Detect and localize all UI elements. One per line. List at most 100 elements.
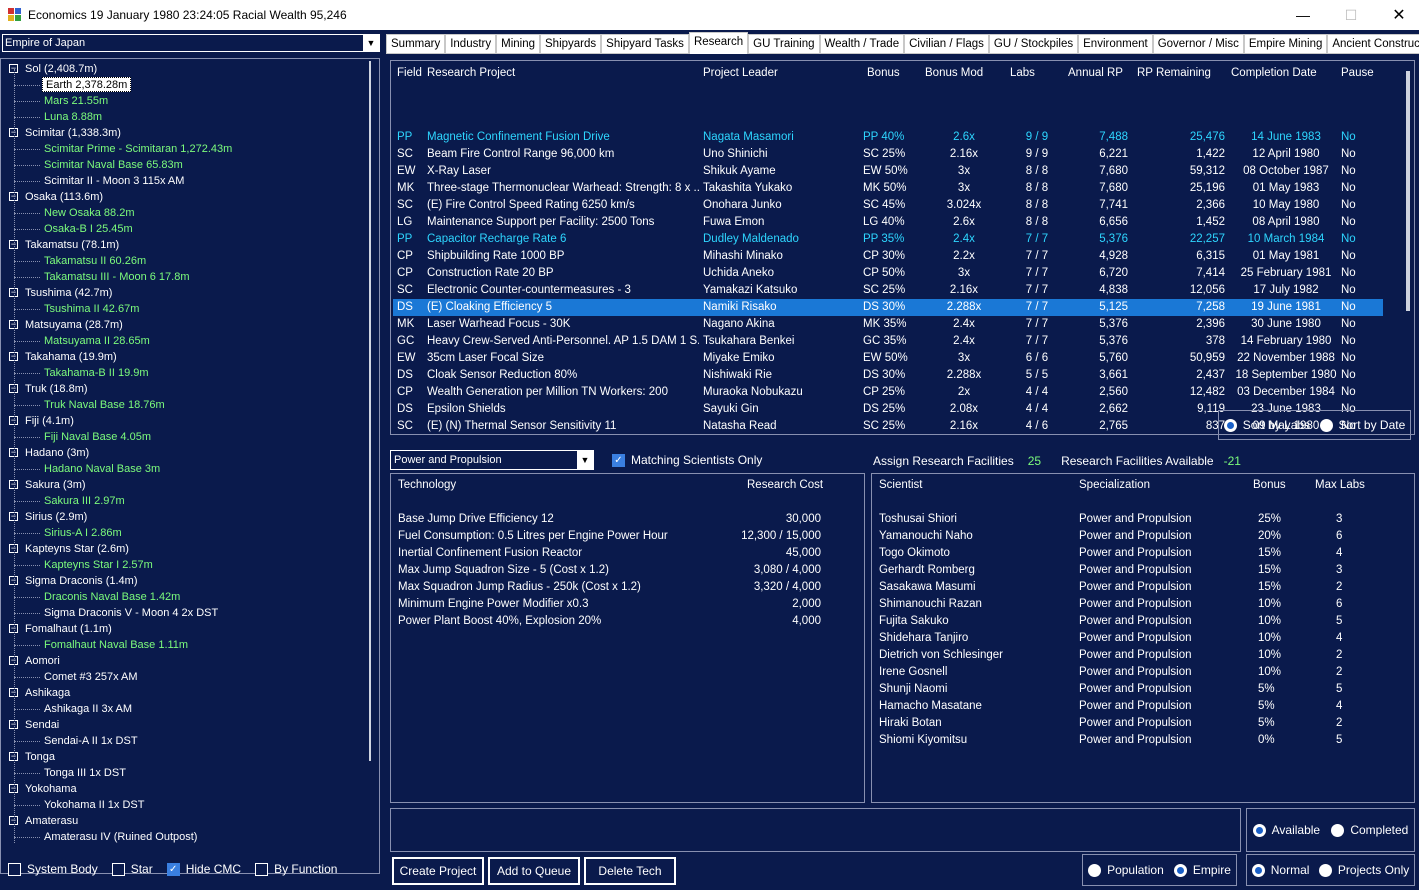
table-row[interactable]: GC Heavy Crew-Served Anti-Personnel. AP 1… bbox=[393, 333, 1383, 350]
table-row[interactable]: EW 35cm Laser Focal Size Miyake Emiko EW 50… bbox=[393, 350, 1383, 367]
minimize-button[interactable]: — bbox=[1280, 0, 1326, 30]
table-row[interactable]: CP Construction Rate 20 BP Uchida Aneko CP … bbox=[393, 265, 1383, 282]
column-header[interactable]: Field bbox=[397, 67, 422, 79]
tree-system-node[interactable]: Takamatsu (78.1m) bbox=[25, 237, 119, 253]
tree-body-node[interactable]: Sirius-A I 2.86m bbox=[44, 525, 122, 541]
scientist-row[interactable]: Togo Okimoto Power and Propulsion 15% 4 bbox=[872, 545, 1414, 562]
table-row[interactable]: SC Beam Fire Control Range 96,000 km Uno S… bbox=[393, 146, 1383, 163]
tech-row[interactable]: Max Jump Squadron Size - 5 (Cost x 1.2) 3… bbox=[391, 562, 864, 579]
column-header[interactable]: Bonus bbox=[1253, 477, 1286, 494]
tree-body-node[interactable]: Fomalhaut Naval Base 1.11m bbox=[44, 637, 188, 653]
population-radio[interactable]: Population bbox=[1088, 863, 1164, 877]
scientist-row[interactable]: Hiraki Botan Power and Propulsion 5% 2 bbox=[872, 715, 1414, 732]
create-project-button[interactable]: Create Project bbox=[392, 857, 484, 885]
assign-facilities-value[interactable]: 25 bbox=[1028, 454, 1041, 468]
tree-system-node[interactable]: Sol (2,408.7m) bbox=[25, 61, 97, 77]
tree-system-node[interactable]: Matsuyama (28.7m) bbox=[25, 317, 123, 333]
tab-ancient-constructs[interactable]: Ancient Constructs bbox=[1327, 34, 1419, 54]
tree-body-node[interactable]: Fiji Naval Base 4.05m bbox=[44, 429, 151, 445]
table-row[interactable]: SC (E) Fire Control Speed Rating 6250 km/… bbox=[393, 197, 1383, 214]
table-row[interactable]: SC Electronic Counter-countermeasures - 3… bbox=[393, 282, 1383, 299]
empire-radio[interactable]: Empire bbox=[1173, 863, 1231, 877]
tech-row[interactable]: Fuel Consumption: 0.5 Litres per Engine … bbox=[391, 528, 864, 545]
tree-body-node[interactable]: Draconis Naval Base 1.42m bbox=[44, 589, 180, 605]
tree-system-node[interactable]: Osaka (113.6m) bbox=[25, 189, 103, 205]
filter-checkbox[interactable]: System Body bbox=[8, 862, 98, 876]
tree-system-node[interactable]: Scimitar (1,338.3m) bbox=[25, 125, 121, 141]
tree-body-node[interactable]: Hadano Naval Base 3m bbox=[44, 461, 160, 477]
tree-body-node[interactable]: Sigma Draconis V - Moon 4 2x DST bbox=[44, 605, 218, 621]
tree-body-node[interactable]: Luna 8.88m bbox=[44, 109, 102, 125]
scientist-row[interactable]: Sasakawa Masumi Power and Propulsion 15% 2 bbox=[872, 579, 1414, 596]
tech-row[interactable]: Max Squadron Jump Radius - 250k (Cost x … bbox=[391, 579, 864, 596]
tree-body-node[interactable]: Matsuyama II 28.65m bbox=[44, 333, 150, 349]
tab-governor-misc[interactable]: Governor / Misc bbox=[1152, 34, 1244, 54]
tree-system-node[interactable]: Hadano (3m) bbox=[25, 445, 89, 461]
tree-system-node[interactable]: Takahama (19.9m) bbox=[25, 349, 117, 365]
completed-radio[interactable]: Completed bbox=[1331, 823, 1408, 837]
tech-row[interactable]: Power Plant Boost 40%, Explosion 20% 4,00… bbox=[391, 613, 864, 630]
tree-system-node[interactable]: Fiji (4.1m) bbox=[25, 413, 74, 429]
column-header[interactable]: Bonus Mod bbox=[925, 67, 983, 79]
tree-system-node[interactable]: Kapteyns Star (2.6m) bbox=[25, 541, 129, 557]
tab-summary[interactable]: Summary bbox=[386, 34, 446, 54]
tree-scrollbar[interactable] bbox=[369, 61, 377, 761]
tab-shipyard-tasks[interactable]: Shipyard Tasks bbox=[601, 34, 689, 54]
table-row[interactable]: PP Capacitor Recharge Rate 6 Dudley Malden… bbox=[393, 231, 1383, 248]
tree-body-node[interactable]: Kapteyns Star I 2.57m bbox=[44, 557, 153, 573]
tree-body-node[interactable]: Comet #3 257x AM bbox=[44, 669, 138, 685]
tree-system-node[interactable]: Sendai bbox=[25, 717, 59, 733]
column-header[interactable]: Project Leader bbox=[703, 67, 778, 79]
scientist-row[interactable]: Shimanouchi Razan Power and Propulsion 10%… bbox=[872, 596, 1414, 613]
tree-system-node[interactable]: Sigma Draconis (1.4m) bbox=[25, 573, 137, 589]
tab-research[interactable]: Research bbox=[688, 32, 749, 54]
projects-only-radio[interactable]: Projects Only bbox=[1318, 863, 1409, 877]
add-to-queue-button[interactable]: Add to Queue bbox=[488, 857, 580, 885]
tree-body-node[interactable]: Truk Naval Base 18.76m bbox=[44, 397, 165, 413]
column-header[interactable]: Completion Date bbox=[1231, 67, 1317, 79]
tree-body-node[interactable]: Mars 21.55m bbox=[44, 93, 108, 109]
tree-body-node[interactable]: Osaka-B I 25.45m bbox=[44, 221, 133, 237]
tree-body-node[interactable]: Takamatsu III - Moon 6 17.8m bbox=[44, 269, 190, 285]
scientist-row[interactable]: Irene Gosnell Power and Propulsion 10% 2 bbox=[872, 664, 1414, 681]
tree-body-node[interactable]: Scimitar Prime - Scimitaran 1,272.43m bbox=[44, 141, 232, 157]
tree-system-node[interactable]: Amaterasu bbox=[25, 813, 78, 829]
tab-environment[interactable]: Environment bbox=[1078, 34, 1153, 54]
maximize-button[interactable]: ☐ bbox=[1328, 0, 1374, 30]
table-row[interactable]: DS (E) Cloaking Efficiency 5 Namiki Risako… bbox=[393, 299, 1383, 316]
tree-system-node[interactable]: Tonga bbox=[25, 749, 55, 765]
tech-row[interactable]: Base Jump Drive Efficiency 12 30,000 bbox=[391, 511, 864, 528]
delete-tech-button[interactable]: Delete Tech bbox=[584, 857, 676, 885]
tree-system-node[interactable]: Aomori bbox=[25, 653, 60, 669]
scientist-row[interactable]: Toshusai Shiori Power and Propulsion 25% 3 bbox=[872, 511, 1414, 528]
scientist-row[interactable]: Shiomi Kiyomitsu Power and Propulsion 0% 5 bbox=[872, 732, 1414, 749]
filter-checkbox[interactable]: Star bbox=[111, 862, 153, 876]
normal-radio[interactable]: Normal bbox=[1251, 863, 1309, 877]
tree-body-node[interactable]: Takahama-B II 19.9m bbox=[44, 365, 149, 381]
tree-body-node[interactable]: Tsushima II 42.67m bbox=[44, 301, 139, 317]
available-radio[interactable]: Available bbox=[1252, 823, 1320, 837]
empire-select[interactable]: Empire of Japan ▼ bbox=[2, 34, 380, 52]
scientist-row[interactable]: Dietrich von Schlesinger Power and Propul… bbox=[872, 647, 1414, 664]
filter-checkbox[interactable]: ✓ Hide CMC bbox=[166, 862, 241, 876]
tab-gu-training[interactable]: GU Training bbox=[748, 34, 820, 54]
tree-body-node[interactable]: Takamatsu II 60.26m bbox=[44, 253, 146, 269]
table-row[interactable]: DS Cloak Sensor Reduction 80% Nishiwaki Ri… bbox=[393, 367, 1383, 384]
tree-system-node[interactable]: Truk (18.8m) bbox=[25, 381, 88, 397]
scientist-row[interactable]: Shidehara Tanjiro Power and Propulsion 10%… bbox=[872, 630, 1414, 647]
scientist-row[interactable]: Hamacho Masatane Power and Propulsion 5% 4 bbox=[872, 698, 1414, 715]
column-header[interactable]: Research Project bbox=[427, 67, 515, 79]
close-button[interactable]: ✕ bbox=[1376, 0, 1419, 30]
tab-mining[interactable]: Mining bbox=[496, 34, 541, 54]
table-row[interactable]: MK Three-stage Thermonuclear Warhead: Str… bbox=[393, 180, 1383, 197]
tree-body-node[interactable]: Earth 2,378.28m bbox=[42, 77, 132, 92]
tree-system-node[interactable]: Tsushima (42.7m) bbox=[25, 285, 112, 301]
column-header[interactable]: Labs bbox=[1010, 67, 1035, 79]
tree-body-node[interactable]: Scimitar II - Moon 3 115x AM bbox=[44, 173, 184, 189]
tab-civilian-flags[interactable]: Civilian / Flags bbox=[904, 34, 989, 54]
scientist-row[interactable]: Gerhardt Romberg Power and Propulsion 15% 3 bbox=[872, 562, 1414, 579]
scientist-row[interactable]: Yamanouchi Naho Power and Propulsion 20% 6 bbox=[872, 528, 1414, 545]
table-row[interactable]: EW X-Ray Laser Shikuk Ayame EW 50% 3x 8 / 8 7,… bbox=[393, 163, 1383, 180]
tree-body-node[interactable]: Yokohama II 1x DST bbox=[44, 797, 144, 813]
tree-body-node[interactable]: Sakura III 2.97m bbox=[44, 493, 125, 509]
